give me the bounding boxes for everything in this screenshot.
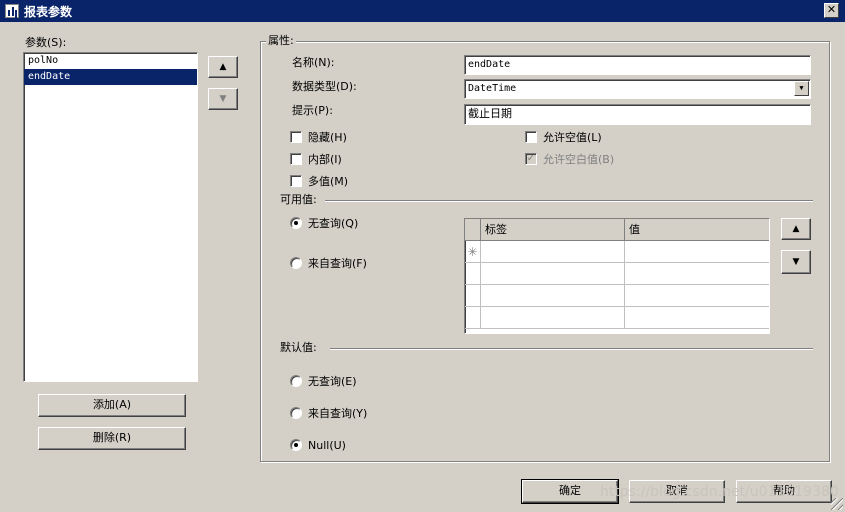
prompt-input[interactable]: 截止日期 xyxy=(464,104,811,125)
param-item-polno[interactable]: polNo xyxy=(24,53,197,69)
table-row[interactable]: ✳ xyxy=(465,241,769,263)
available-no-query-label: 无查询(Q) xyxy=(308,217,359,230)
delete-param-button[interactable]: 删除(R) xyxy=(38,427,186,450)
datatype-value: DateTime xyxy=(468,83,517,94)
default-from-query-radio[interactable] xyxy=(290,407,302,419)
available-no-query-radio[interactable] xyxy=(290,217,302,229)
available-from-query-label: 来自查询(F) xyxy=(308,257,367,270)
default-from-query-label: 来自查询(Y) xyxy=(308,407,368,420)
arrow-up-icon: ▲ xyxy=(219,61,227,72)
multivalue-checkbox[interactable] xyxy=(290,175,302,187)
grid-header: 标签 值 xyxy=(465,219,769,241)
chevron-down-icon[interactable]: ▼ xyxy=(794,81,809,96)
available-values-divider xyxy=(325,200,813,202)
default-no-query-radio[interactable] xyxy=(290,375,302,387)
table-row xyxy=(465,263,769,285)
hidden-checkbox[interactable] xyxy=(290,131,302,143)
checkmark-icon: ✓ xyxy=(526,153,536,164)
table-row xyxy=(465,285,769,307)
table-row xyxy=(465,307,769,329)
hidden-label: 隐藏(H) xyxy=(308,131,347,144)
internal-checkbox[interactable] xyxy=(290,153,302,165)
grid-cell[interactable] xyxy=(481,241,625,262)
properties-title: 属性: xyxy=(266,34,296,48)
multivalue-label: 多值(M) xyxy=(308,175,349,188)
close-button[interactable]: ✕ xyxy=(824,3,839,18)
grid-col-label[interactable]: 标签 xyxy=(481,219,625,240)
allow-blank-label: 允许空白值(B) xyxy=(543,153,615,166)
watermark-text: https://blog.csdn.net/u011619380 xyxy=(600,484,839,500)
grid-move-down-button[interactable]: ▼ xyxy=(781,250,811,274)
report-icon xyxy=(5,4,19,18)
allow-null-label: 允许空值(L) xyxy=(543,131,602,144)
available-values-grid[interactable]: 标签 值 ✳ xyxy=(464,218,770,334)
move-down-button[interactable]: ▼ xyxy=(208,88,238,110)
add-param-button[interactable]: 添加(A) xyxy=(38,394,186,417)
allow-blank-checkbox[interactable]: ✓ xyxy=(525,153,537,165)
name-input[interactable]: endDate xyxy=(464,55,811,75)
default-no-query-label: 无查询(E) xyxy=(308,375,357,388)
default-values-divider xyxy=(330,348,813,350)
default-null-label: Null(U) xyxy=(308,439,346,452)
internal-label: 内部(I) xyxy=(308,153,342,166)
move-up-button[interactable]: ▲ xyxy=(208,56,238,78)
resize-grip-icon[interactable] xyxy=(831,498,843,510)
allow-null-checkbox[interactable] xyxy=(525,131,537,143)
grid-corner xyxy=(465,219,481,240)
datatype-label: 数据类型(D): xyxy=(292,80,357,93)
params-label: 参数(S): xyxy=(25,36,67,49)
grid-col-value[interactable]: 值 xyxy=(625,219,769,240)
title-bar[interactable]: 报表参数 ✕ xyxy=(0,0,845,22)
param-item-enddate[interactable]: endDate xyxy=(24,69,197,85)
available-values-label: 可用值: xyxy=(280,193,317,206)
name-label: 名称(N): xyxy=(292,56,335,69)
datatype-select[interactable]: DateTime ▼ xyxy=(464,79,811,99)
grid-cell[interactable] xyxy=(625,241,769,262)
arrow-down-icon: ▼ xyxy=(792,256,800,267)
default-values-label: 默认值: xyxy=(280,341,317,354)
new-row-icon: ✳ xyxy=(465,241,481,262)
default-null-radio[interactable] xyxy=(290,439,302,451)
prompt-label: 提示(P): xyxy=(292,104,333,117)
params-listbox[interactable]: polNo endDate xyxy=(23,52,198,382)
arrow-down-icon: ▼ xyxy=(219,93,227,104)
window-title: 报表参数 xyxy=(24,4,73,19)
grid-move-up-button[interactable]: ▲ xyxy=(781,218,811,240)
available-from-query-radio[interactable] xyxy=(290,257,302,269)
radio-selected-dot xyxy=(294,221,298,225)
radio-selected-dot xyxy=(294,443,298,447)
arrow-up-icon: ▲ xyxy=(792,223,800,234)
